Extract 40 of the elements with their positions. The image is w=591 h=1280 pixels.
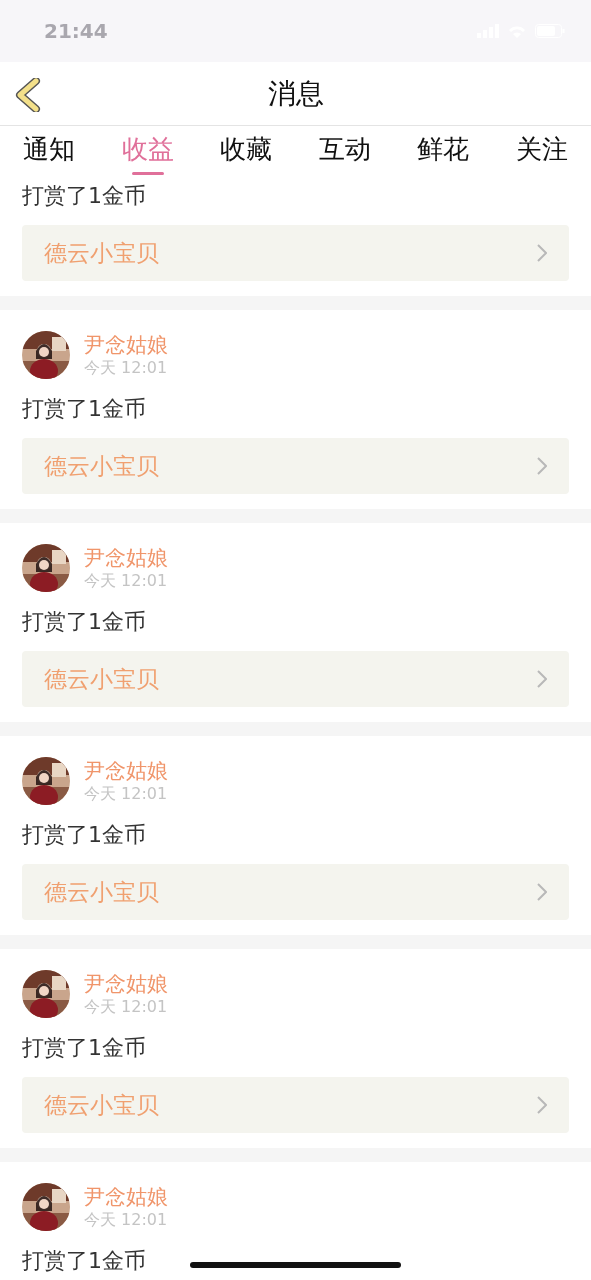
message-text: 打赏了1金币 — [22, 1034, 146, 1062]
message-time: 今天 12:01 — [84, 1210, 168, 1230]
tab[interactable]: 鲜花 — [394, 126, 493, 175]
linked-item-title: 德云小宝贝 — [44, 664, 159, 694]
chevron-right-icon — [537, 883, 547, 901]
status-time: 21:44 — [44, 19, 108, 43]
page-title: 消息 — [267, 75, 324, 112]
message-text: 打赏了1金币 — [22, 1247, 146, 1275]
tab[interactable]: 通知 — [0, 126, 99, 175]
author-name[interactable]: 尹念姑娘 — [84, 1184, 168, 1210]
linked-item-title: 德云小宝贝 — [44, 877, 159, 907]
message-time: 今天 12:01 — [84, 784, 168, 804]
message-text: 打赏了1金币 — [22, 182, 146, 210]
linked-item[interactable]: 德云小宝贝 — [22, 651, 569, 707]
chevron-right-icon — [537, 244, 547, 262]
message-time: 今天 12:01 — [84, 571, 168, 591]
linked-item[interactable]: 德云小宝贝 — [22, 1077, 569, 1133]
author-name[interactable]: 尹念姑娘 — [84, 971, 168, 997]
message-text: 打赏了1金币 — [22, 821, 146, 849]
chevron-right-icon — [537, 1096, 547, 1114]
tab[interactable]: 收益 — [98, 126, 197, 175]
linked-item-title: 德云小宝贝 — [44, 451, 159, 481]
linked-item[interactable]: 德云小宝贝 — [22, 225, 569, 281]
tab[interactable]: 收藏 — [197, 126, 296, 175]
author-name[interactable]: 尹念姑娘 — [84, 758, 168, 784]
chevron-right-icon — [537, 670, 547, 688]
back-icon[interactable] — [14, 78, 42, 112]
chevron-right-icon — [537, 457, 547, 475]
tab[interactable]: 互动 — [295, 126, 394, 175]
message-time: 今天 12:01 — [84, 997, 168, 1017]
linked-item-title: 德云小宝贝 — [44, 238, 159, 268]
author-name[interactable]: 尹念姑娘 — [84, 332, 168, 358]
tab[interactable]: 关注 — [492, 126, 591, 175]
linked-item[interactable]: 德云小宝贝 — [22, 438, 569, 494]
message-text: 打赏了1金币 — [22, 395, 146, 423]
author-name[interactable]: 尹念姑娘 — [84, 545, 168, 571]
message-time: 今天 12:01 — [84, 358, 168, 378]
linked-item[interactable]: 德云小宝贝 — [22, 864, 569, 920]
linked-item-title: 德云小宝贝 — [44, 1090, 159, 1120]
message-text: 打赏了1金币 — [22, 608, 146, 636]
